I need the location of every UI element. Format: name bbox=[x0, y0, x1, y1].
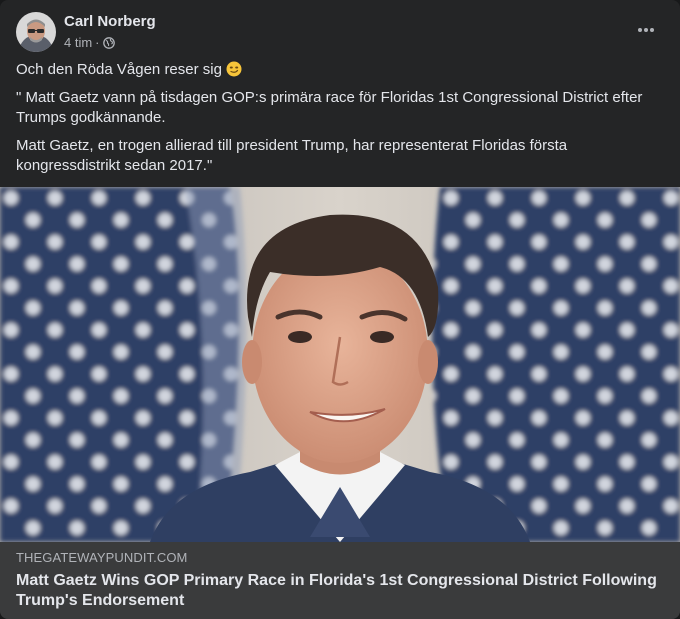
author-name[interactable]: Carl Norberg bbox=[64, 13, 156, 30]
post-text-paragraph3: Matt Gaetz, en trogen allierad till pres… bbox=[16, 137, 568, 174]
post-header: Carl Norberg 4 tim · bbox=[16, 12, 664, 52]
link-domain: THEGATEWAYPUNDIT.COM bbox=[16, 550, 188, 565]
post-text: Och den Röda Vågen reser sig " Matt Gaet… bbox=[16, 60, 664, 184]
link-title[interactable]: Matt Gaetz Wins GOP Primary Race in Flor… bbox=[16, 571, 664, 611]
post-time[interactable]: 4 tim bbox=[64, 35, 92, 50]
link-preview-image[interactable] bbox=[0, 187, 680, 542]
post-text-line1: Och den Röda Vågen reser sig bbox=[16, 60, 664, 80]
globe-icon[interactable] bbox=[102, 36, 115, 49]
smirk-emoji-icon bbox=[226, 61, 242, 77]
meta-separator: · bbox=[95, 35, 100, 50]
more-options-icon[interactable] bbox=[636, 20, 656, 40]
facebook-post: Carl Norberg 4 tim · Och den Röda Vågen … bbox=[0, 0, 680, 619]
link-preview[interactable]: THEGATEWAYPUNDIT.COM Matt Gaetz Wins GOP… bbox=[0, 542, 680, 619]
post-meta: 4 tim · bbox=[64, 35, 115, 50]
avatar[interactable] bbox=[16, 12, 56, 52]
post-text-paragraph2: " Matt Gaetz vann på tisdagen GOP:s prim… bbox=[16, 89, 643, 126]
